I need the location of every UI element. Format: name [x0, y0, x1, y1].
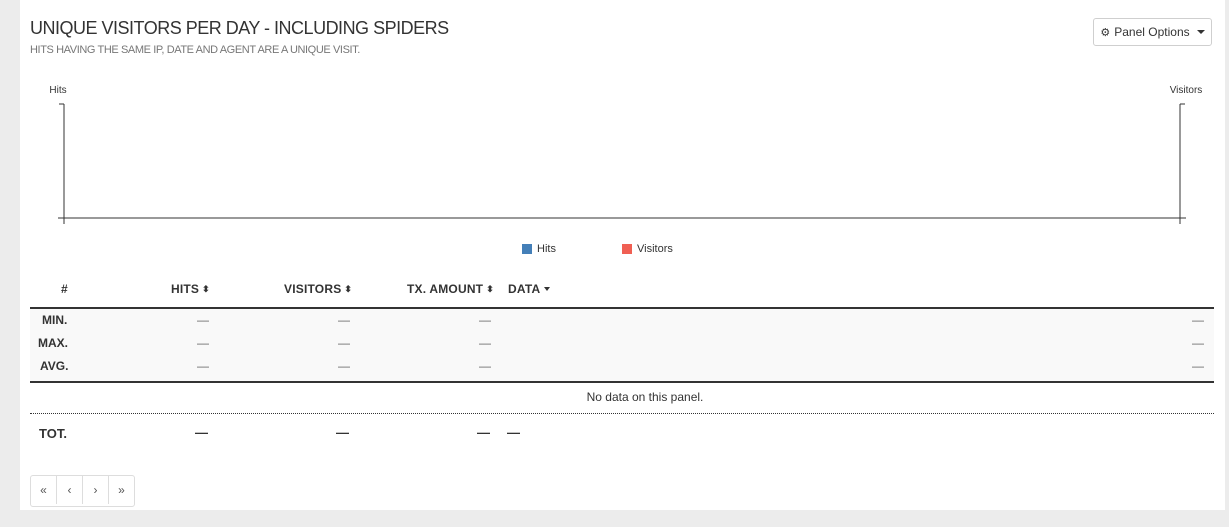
- legend-swatch-visitors: [622, 244, 632, 254]
- gear-icon: ⚙: [1100, 26, 1111, 39]
- panel-title: UNIQUE VISITORS PER DAY - INCLUDING SPID…: [30, 18, 449, 38]
- cell-min-hits: —: [197, 313, 209, 327]
- cell-total-data: —: [507, 425, 520, 440]
- cell-avg-tx-amount: —: [479, 359, 491, 373]
- y-axis-label-left: Hits: [49, 85, 66, 96]
- row-label-avg: AVG.: [40, 359, 69, 373]
- row-label-min: MIN.: [42, 313, 68, 327]
- panel: UNIQUE VISITORS PER DAY - INCLUDING SPID…: [20, 0, 1225, 510]
- cell-avg-data: —: [1192, 359, 1204, 373]
- pagination: « ‹ › »: [30, 475, 135, 507]
- first-page-button[interactable]: «: [31, 476, 57, 504]
- legend-item-hits[interactable]: Hits: [522, 243, 556, 255]
- cell-total-tx-amount: —: [477, 425, 490, 440]
- cell-min-tx-amount: —: [479, 313, 491, 327]
- legend-label-visitors: Visitors: [637, 243, 673, 255]
- cell-min-visitors: —: [338, 313, 350, 327]
- sort-icon: ⬍: [486, 284, 494, 294]
- scrollbar[interactable]: [1225, 0, 1229, 510]
- panel-options-button[interactable]: ⚙ Panel Options: [1093, 18, 1212, 46]
- row-label-total: TOT.: [39, 426, 67, 441]
- col-header-tx-amount-label: TX. AMOUNT: [407, 282, 484, 296]
- col-header-index: #: [61, 282, 68, 296]
- legend-item-visitors[interactable]: Visitors: [622, 243, 673, 255]
- col-header-visitors[interactable]: VISITORS ⬍: [284, 282, 352, 296]
- cell-max-visitors: —: [338, 336, 350, 350]
- prev-page-button[interactable]: ‹: [57, 476, 83, 504]
- next-page-button[interactable]: ›: [83, 476, 109, 504]
- panel-subtitle: HITS HAVING THE SAME IP, DATE AND AGENT …: [30, 44, 360, 56]
- caret-down-icon: [544, 287, 551, 291]
- y-axis-label-right: Visitors: [1170, 85, 1203, 96]
- col-header-data[interactable]: DATA: [508, 282, 551, 296]
- last-page-button[interactable]: »: [109, 476, 134, 504]
- panel-options-label: Panel Options: [1114, 25, 1190, 39]
- col-header-tx-amount[interactable]: TX. AMOUNT ⬍: [407, 282, 494, 296]
- legend-label-hits: Hits: [537, 243, 556, 255]
- row-label-max: MAX.: [38, 336, 68, 350]
- cell-avg-visitors: —: [338, 359, 350, 373]
- sort-icon: ⬍: [202, 284, 210, 294]
- no-data-message: No data on this panel.: [586, 390, 704, 404]
- legend-swatch-hits: [522, 244, 532, 254]
- cell-min-data: —: [1192, 313, 1204, 327]
- caret-down-icon: [1196, 30, 1205, 34]
- col-header-hits-label: HITS: [171, 282, 200, 296]
- sort-icon: ⬍: [344, 284, 353, 294]
- cell-max-data: —: [1192, 336, 1204, 350]
- cell-total-visitors: —: [336, 425, 349, 440]
- col-header-data-label: DATA: [508, 282, 541, 296]
- col-header-visitors-label: VISITORS: [284, 282, 342, 296]
- cell-max-hits: —: [197, 336, 209, 350]
- no-data-row: No data on this panel.: [30, 381, 1214, 414]
- cell-total-hits: —: [195, 425, 208, 440]
- cell-avg-hits: —: [197, 359, 209, 373]
- col-header-hits[interactable]: HITS ⬍: [171, 282, 210, 296]
- chart: Hits Visitors: [49, 85, 1203, 224]
- cell-max-tx-amount: —: [479, 336, 491, 350]
